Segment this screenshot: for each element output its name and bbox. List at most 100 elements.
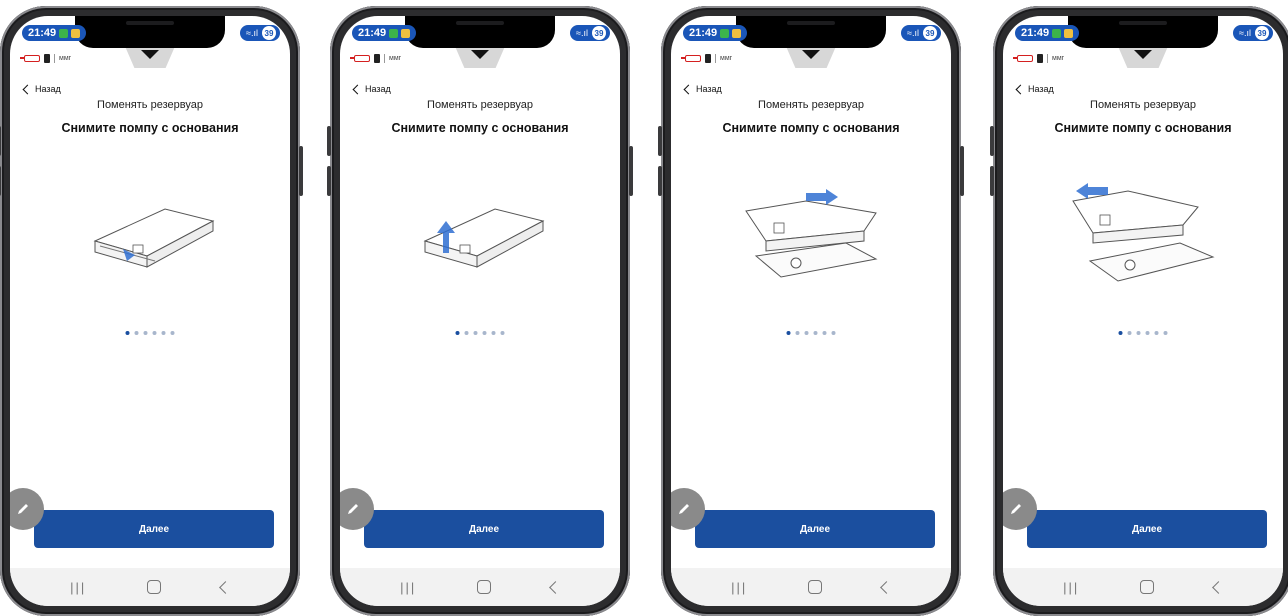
pump-status-bar: ммг (681, 54, 733, 63)
home-icon[interactable] (807, 580, 822, 594)
app-notification-icon (1052, 28, 1062, 38)
chevron-down-icon (471, 50, 489, 59)
app-notification-icon (720, 28, 730, 38)
notch (405, 16, 555, 48)
pagination-dot (455, 331, 460, 335)
status-time-pill: 21:49 (352, 25, 417, 41)
pagination-dot (831, 331, 836, 335)
volume-up-button-frame (990, 126, 994, 156)
wifi-signal-icon: ≈.ıl (246, 28, 258, 38)
pump-status-bar: ммг (20, 54, 72, 63)
status-time-pill: 21:49 (683, 25, 748, 41)
pump-unit-label: ммг (59, 55, 72, 62)
next-button[interactable]: Далее (34, 510, 274, 548)
recent-apps-icon[interactable]: ||| (70, 580, 86, 595)
chevron-left-icon (683, 84, 694, 94)
step-pagination (1118, 331, 1168, 335)
wifi-signal-icon: ≈.ıl (1239, 28, 1251, 38)
reservoir-icon (705, 54, 711, 63)
volume-down-button-frame (990, 166, 994, 196)
next-button[interactable]: Далее (695, 510, 935, 548)
pump-unit-label: ммг (1052, 55, 1065, 62)
step-pagination (786, 331, 836, 335)
pump-battery-icon (681, 55, 701, 62)
phone-screen: 21:49 ≈.ıl 39 ммг Назад Поменять резерву… (340, 16, 620, 606)
nav-back-icon[interactable] (218, 580, 232, 594)
page-subtitle: Поменять резервуар (97, 99, 203, 111)
pump-unit-label: ммг (720, 55, 733, 62)
pagination-dot (822, 331, 827, 335)
page-subtitle: Поменять резервуар (758, 99, 864, 111)
home-icon[interactable] (1139, 580, 1154, 594)
pagination-dot (134, 331, 139, 335)
recent-apps-icon[interactable]: ||| (1063, 580, 1079, 595)
chevron-left-icon (1015, 84, 1026, 94)
volume-down-button-frame (0, 166, 1, 196)
next-button[interactable]: Далее (1027, 510, 1267, 548)
app-notification-icon (389, 28, 399, 38)
phone-frame-1: 21:49 ≈.ıl 39 ммг Назад Поменять резерву… (0, 6, 303, 616)
notch (1068, 16, 1218, 48)
battery-icon: 39 (592, 26, 606, 40)
step-pagination (455, 331, 505, 335)
pump-battery-icon (350, 55, 370, 62)
pencil-icon (348, 504, 358, 514)
nav-back-icon[interactable] (879, 580, 893, 594)
notch (736, 16, 886, 48)
back-label: Назад (365, 84, 391, 94)
battery-icon: 39 (1255, 26, 1269, 40)
reservoir-icon (44, 54, 50, 63)
back-button[interactable]: Назад (352, 84, 391, 94)
nav-back-icon[interactable] (548, 580, 562, 594)
nav-back-icon[interactable] (1211, 580, 1225, 594)
status-signal-pill: ≈.ıl 39 (570, 25, 610, 41)
status-time-pill: 21:49 (22, 25, 87, 41)
chevron-left-icon (22, 84, 33, 94)
phone-frame-3: 21:49 ≈.ıl 39 ммг Назад Поменять резерву… (658, 6, 964, 616)
back-button[interactable]: Назад (683, 84, 722, 94)
status-signal-pill: ≈.ıl 39 (240, 25, 280, 41)
step-title: Снимите помпу с основания (1054, 121, 1232, 135)
pagination-dot (152, 331, 157, 335)
reservoir-icon (374, 54, 380, 63)
pagination-dot (143, 331, 148, 335)
pump-status-bar: ммг (350, 54, 402, 63)
pump-status-bar: ммг (1013, 54, 1065, 63)
back-button[interactable]: Назад (22, 84, 61, 94)
android-nav-bar: ||| (671, 568, 951, 606)
pagination-dot (1154, 331, 1159, 335)
notch (75, 16, 225, 48)
status-time: 21:49 (689, 27, 718, 39)
pagination-dot (500, 331, 505, 335)
pagination-dot (125, 331, 130, 335)
back-label: Назад (1028, 84, 1054, 94)
recent-apps-icon[interactable]: ||| (400, 580, 416, 595)
step-title: Снимите помпу с основания (722, 121, 900, 135)
status-time: 21:49 (28, 27, 57, 39)
pump-unit-label: ммг (389, 55, 402, 62)
volume-up-button-frame (658, 126, 662, 156)
back-button[interactable]: Назад (1015, 84, 1054, 94)
pump-battery-icon (20, 55, 40, 62)
android-nav-bar: ||| (10, 568, 290, 606)
home-icon[interactable] (476, 580, 491, 594)
back-label: Назад (35, 84, 61, 94)
app-notification-icon (71, 28, 81, 38)
pagination-dot (170, 331, 175, 335)
pencil-icon (679, 504, 689, 514)
next-button[interactable]: Далее (364, 510, 604, 548)
page-subtitle: Поменять резервуар (1090, 99, 1196, 111)
pagination-dot (813, 331, 818, 335)
pencil-icon (1011, 504, 1021, 514)
pump-battery-icon (1013, 55, 1033, 62)
pump-illustration (1072, 183, 1215, 282)
recent-apps-icon[interactable]: ||| (731, 580, 747, 595)
app-notification-icon (59, 28, 69, 38)
volume-up-button-frame (327, 126, 331, 156)
pagination-dot (491, 331, 496, 335)
pump-illustration (93, 208, 215, 268)
home-icon[interactable] (146, 580, 161, 594)
power-button-frame (629, 146, 633, 196)
phone-frame-2: 21:49 ≈.ıl 39 ммг Назад Поменять резерву… (327, 6, 633, 616)
pagination-dot (1136, 331, 1141, 335)
